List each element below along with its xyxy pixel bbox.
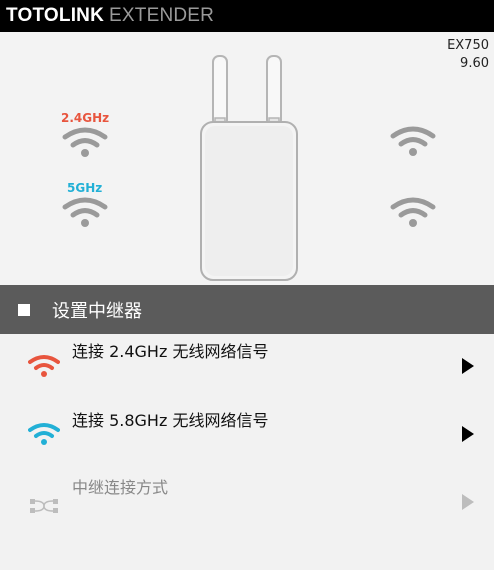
device-status-panel: EX750 9.60 2.4GHz 5GHz (0, 32, 494, 285)
extender-device-image (200, 55, 298, 281)
connect-58ghz-item[interactable]: 连接 5.8GHz 无线网络信号 (0, 402, 494, 470)
repeater-setup-header: 设置中继器 (0, 285, 494, 334)
wifi-24-left-icon (62, 127, 108, 157)
chevron-right-icon[interactable] (462, 426, 474, 442)
chevron-right-icon[interactable] (462, 494, 474, 510)
connect-58ghz-label: 连接 5.8GHz 无线网络信号 (72, 411, 269, 430)
wifi-5-left-icon (62, 197, 108, 227)
connect-24ghz-item[interactable]: 连接 2.4GHz 无线网络信号 (0, 334, 494, 402)
chevron-right-icon[interactable] (462, 358, 474, 374)
connect-24ghz-label: 连接 2.4GHz 无线网络信号 (72, 342, 269, 361)
repeater-mode-item[interactable]: 中继连接方式 (0, 470, 494, 538)
section-square-icon (18, 303, 30, 316)
model-name: EX750 (447, 38, 489, 53)
shuffle-icon (30, 499, 58, 513)
repeater-mode-label: 中继连接方式 (72, 478, 169, 497)
band-24-label: 2.4GHz (61, 111, 110, 125)
top-bar: TOTOLINK EXTENDER (0, 0, 494, 32)
wifi-24-right-icon (390, 126, 436, 156)
band-5-label: 5GHz (67, 181, 103, 195)
model-info: EX750 9.60 (447, 37, 489, 73)
brand-logo: TOTOLINK EXTENDER (6, 5, 214, 27)
wifi-orange-icon (28, 355, 60, 377)
wifi-blue-icon (28, 423, 60, 445)
brand-name: TOTOLINK (6, 5, 105, 26)
section-title: 设置中继器 (52, 300, 142, 322)
product-name: EXTENDER (109, 5, 215, 26)
wifi-5-right-icon (390, 197, 436, 227)
firmware-version: 9.60 (460, 56, 489, 71)
